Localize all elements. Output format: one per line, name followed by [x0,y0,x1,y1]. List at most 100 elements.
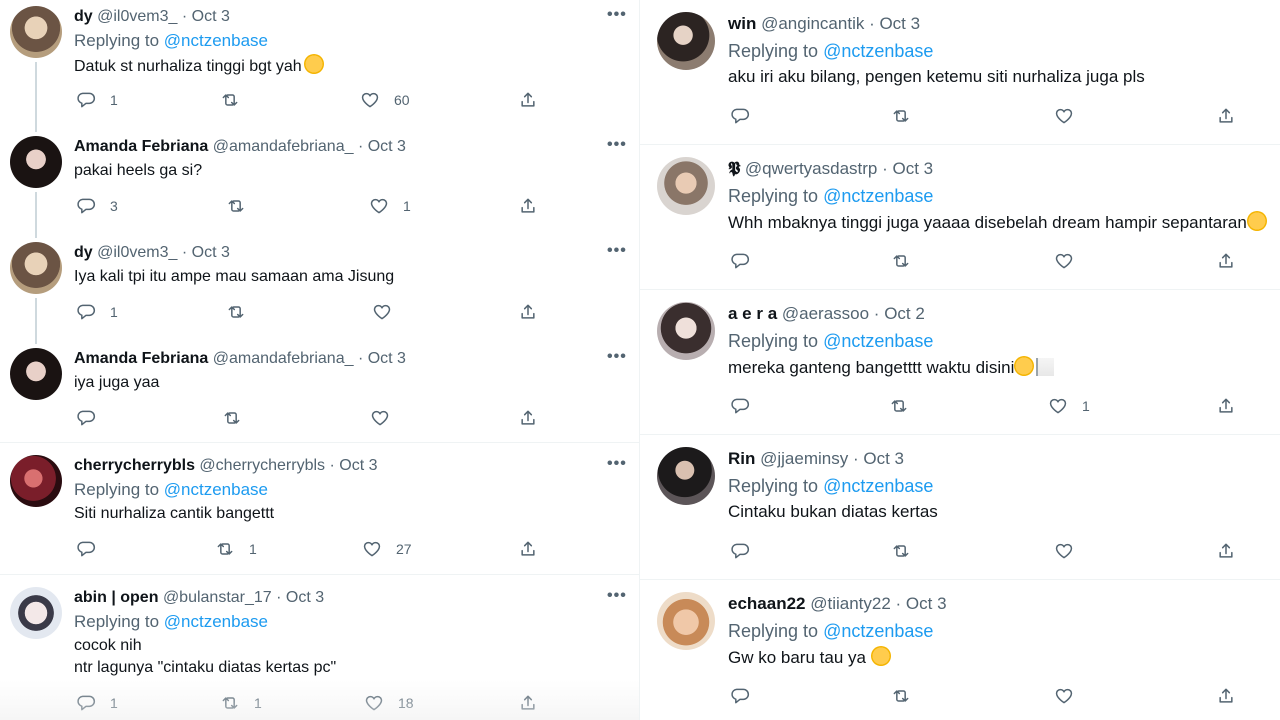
tweet-handle-date[interactable]: @amandafebriana_ · Oct 3 [213,350,406,367]
tweet-handle-date[interactable]: @il0vem3_ · Oct 3 [97,8,230,25]
retweet-button[interactable] [222,407,242,429]
reply-button[interactable] [730,250,750,272]
like-button[interactable] [372,301,392,323]
share-button[interactable] [518,538,538,560]
more-icon[interactable]: ••• [607,242,627,260]
tweet-author-name[interactable]: Amanda Febriana [74,350,208,367]
tweet-handle-date[interactable]: @aerassoo · Oct 2 [782,304,925,323]
avatar[interactable] [10,136,62,188]
retweet-button[interactable] [891,540,911,562]
avatar[interactable] [10,587,62,639]
retweet-button[interactable] [891,685,911,707]
share-button[interactable] [518,692,538,714]
tweet-author-name[interactable]: cherrycherrybls [74,457,195,474]
reply-button[interactable]: 1 [76,89,118,111]
share-button[interactable] [1216,395,1236,417]
retweet-button[interactable] [226,195,260,217]
share-button[interactable] [1216,685,1236,707]
share-button[interactable] [1216,540,1236,562]
retweet-button[interactable] [220,89,254,111]
tweet-author-name[interactable]: dy [74,8,93,25]
reply-button[interactable] [730,395,750,417]
tweet-handle-date[interactable]: @bulanstar_17 · Oct 3 [163,589,324,606]
tweet-handle-date[interactable]: @angincantik · Oct 3 [761,14,920,33]
mention-link[interactable]: @nctzenbase [823,41,933,61]
tweet[interactable]: abin | open @bulanstar_17 · Oct 3 ••• Re… [0,575,640,720]
reply-button[interactable] [730,685,750,707]
tweet[interactable]: win @angincantik · Oct 3 Replying to @nc… [640,0,1280,144]
tweet[interactable]: Rin @jjaeminsy · Oct 3 Replying to @nctz… [640,435,1280,579]
reply-button[interactable]: 1 [76,692,118,714]
like-button[interactable] [1054,685,1074,707]
retweet-button[interactable] [226,301,246,323]
tweet-author-name[interactable]: win [728,14,756,33]
reply-button[interactable]: 1 [76,301,118,323]
more-icon[interactable]: ••• [607,136,627,154]
mention-link[interactable]: @nctzenbase [823,476,933,496]
tweet-author-name[interactable]: Amanda Febriana [74,138,208,155]
tweet[interactable]: cherrycherrybls @cherrycherrybls · Oct 3… [0,443,640,573]
share-button[interactable] [518,195,538,217]
avatar[interactable] [657,447,715,505]
mention-link[interactable]: @nctzenbase [823,621,933,641]
tweet-author-name[interactable]: 𝕻 [728,159,740,178]
more-icon[interactable]: ••• [607,6,627,24]
tweet[interactable]: 𝕻 @qwertyasdastrp · Oct 3 Replying to @n… [640,145,1280,289]
reply-button[interactable] [76,407,96,429]
mention-link[interactable]: @nctzenbase [823,331,933,351]
share-button[interactable] [518,89,538,111]
more-icon[interactable]: ••• [607,348,627,366]
tweet-author-name[interactable]: a e r a [728,304,777,323]
like-button[interactable]: 1 [369,195,411,217]
like-button[interactable] [370,407,390,429]
retweet-button[interactable] [889,395,909,417]
share-button[interactable] [1216,250,1236,272]
mention-link[interactable]: @nctzenbase [164,31,268,50]
tweet-author-name[interactable]: abin | open [74,589,158,606]
reply-button[interactable]: 3 [76,195,118,217]
tweet-handle-date[interactable]: @amandafebriana_ · Oct 3 [213,138,406,155]
share-button[interactable] [518,407,538,429]
like-button[interactable] [1054,540,1074,562]
tweet-author-name[interactable]: dy [74,244,93,261]
tweet[interactable]: echaan22 @tiianty22 · Oct 3 Replying to … [640,580,1280,720]
avatar[interactable] [10,6,62,58]
tweet[interactable]: Amanda Febriana @amandafebriana_ · Oct 3… [0,342,640,442]
avatar[interactable] [657,157,715,215]
tweet[interactable]: dy @il0vem3_ · Oct 3 ••• Iya kali tpi it… [0,236,640,342]
like-button[interactable]: 27 [362,538,412,560]
mention-link[interactable]: @nctzenbase [164,480,268,499]
like-button[interactable]: 18 [364,692,414,714]
like-button[interactable]: 60 [360,89,410,111]
reply-button[interactable] [730,540,750,562]
retweet-button[interactable] [891,250,911,272]
tweet[interactable]: Amanda Febriana @amandafebriana_ · Oct 3… [0,130,640,236]
tweet-author-name[interactable]: Rin [728,449,755,468]
share-button[interactable] [518,301,538,323]
reply-button[interactable] [730,105,750,127]
retweet-button[interactable]: 1 [215,538,257,560]
share-button[interactable] [1216,105,1236,127]
tweet-handle-date[interactable]: @il0vem3_ · Oct 3 [97,244,230,261]
tweet[interactable]: dy @il0vem3_ · Oct 3 ••• Replying to @nc… [0,0,640,130]
avatar[interactable] [10,455,62,507]
avatar[interactable] [10,242,62,294]
tweet[interactable]: a e r a @aerassoo · Oct 2 Replying to @n… [640,290,1280,434]
avatar[interactable] [657,302,715,360]
tweet-author-name[interactable]: echaan22 [728,594,806,613]
tweet-handle-date[interactable]: @cherrycherrybls · Oct 3 [199,457,377,474]
like-button[interactable]: 1 [1048,395,1090,417]
retweet-button[interactable]: 1 [220,692,262,714]
like-button[interactable] [1054,105,1074,127]
tweet-handle-date[interactable]: @jjaeminsy · Oct 3 [760,449,904,468]
like-button[interactable] [1054,250,1074,272]
tweet-handle-date[interactable]: @qwertyasdastrp · Oct 3 [745,159,933,178]
avatar[interactable] [657,12,715,70]
tweet-handle-date[interactable]: @tiianty22 · Oct 3 [810,594,946,613]
retweet-button[interactable] [891,105,911,127]
avatar[interactable] [10,348,62,400]
avatar[interactable] [657,592,715,650]
more-icon[interactable]: ••• [607,587,627,605]
mention-link[interactable]: @nctzenbase [823,186,933,206]
mention-link[interactable]: @nctzenbase [164,612,268,631]
